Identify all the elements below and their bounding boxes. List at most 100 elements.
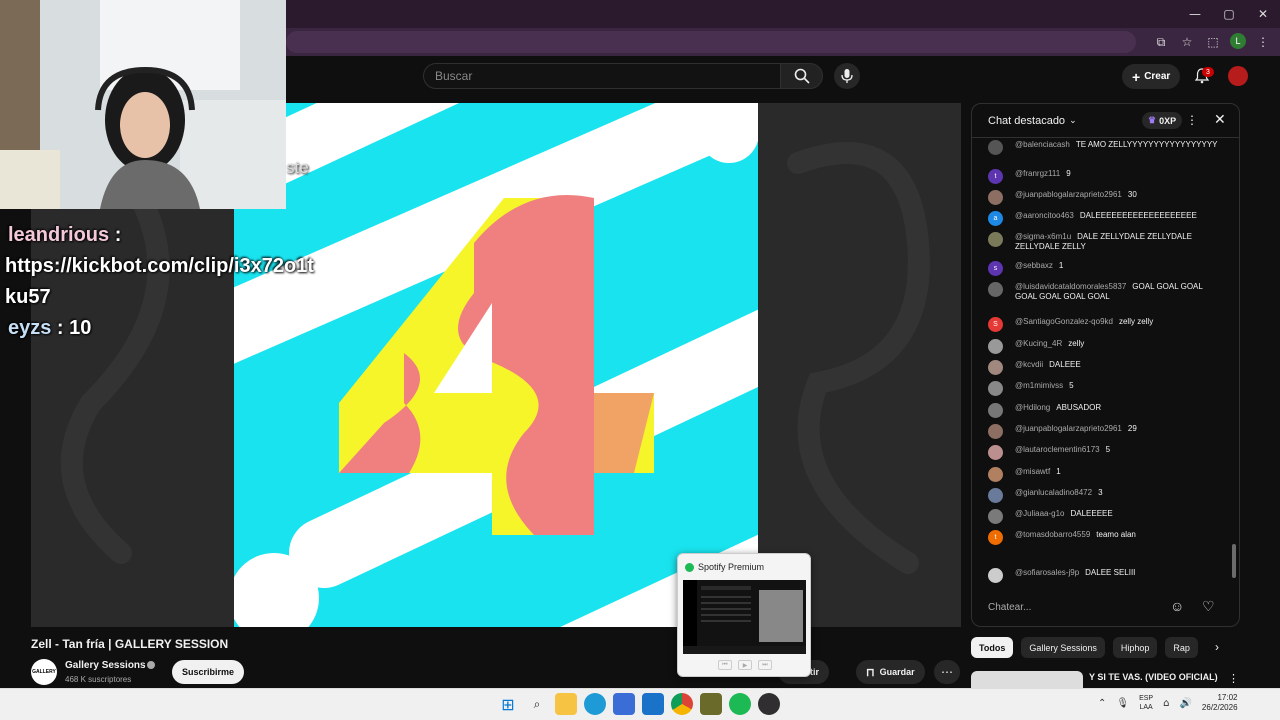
channel-name[interactable]: Gallery Sessions: [65, 660, 146, 671]
chat-author-avatar[interactable]: [988, 509, 1003, 524]
chat-message[interactable]: @gianlucaladino8472 3: [988, 488, 1226, 503]
chat-author-name[interactable]: @sigma-x6m1u: [1015, 232, 1071, 241]
chat-message[interactable]: a @aaroncitoo463 DALEEEEEEEEEEEEEEEEEEE: [988, 211, 1226, 226]
voice-search-button[interactable]: [834, 63, 860, 89]
chat-author-avatar[interactable]: S: [988, 317, 1003, 332]
chat-author-name[interactable]: @tomasdobarro4559: [1015, 530, 1090, 539]
chat-message[interactable]: @sofiarosales-j9p DALEE SELIII: [988, 568, 1226, 583]
chat-scrollbar[interactable]: [1230, 140, 1236, 590]
tray-microphone-icon[interactable]: 🎙: [1116, 698, 1129, 709]
cast-icon[interactable]: ⧉: [1152, 33, 1170, 51]
browser-menu-icon[interactable]: ⋮: [1254, 33, 1272, 51]
chat-author-name[interactable]: @Kucing_4R: [1015, 339, 1062, 348]
chat-mode-label[interactable]: Chat destacado: [988, 115, 1065, 127]
chat-message[interactable]: t @tomasdobarro4559 teamo alan: [988, 530, 1226, 545]
chat-author-avatar[interactable]: [988, 232, 1003, 247]
chat-message[interactable]: @Hdilong ABUSADOR: [988, 403, 1226, 418]
search-button[interactable]: [780, 63, 823, 89]
chat-input[interactable]: Chatear...: [988, 596, 1168, 618]
obs-icon[interactable]: [758, 693, 780, 715]
search-input[interactable]: Buscar: [423, 63, 781, 89]
chat-author-name[interactable]: @juanpablogalarzaprieto2961: [1015, 424, 1122, 433]
chat-message[interactable]: s @sebbaxz 1: [988, 261, 1226, 276]
previous-track-icon[interactable]: ⏮: [718, 660, 732, 670]
chat-message[interactable]: @m1mimivss 5: [988, 381, 1226, 396]
emoji-icon[interactable]: ☺: [1170, 598, 1184, 614]
edge-icon[interactable]: [584, 693, 606, 715]
spotify-window-preview[interactable]: Spotify Premium ⏮ ▶ ⏭: [677, 553, 811, 677]
store-icon[interactable]: [613, 693, 635, 715]
chip-all[interactable]: Todos: [971, 637, 1014, 658]
chat-header[interactable]: Chat destacado ⌄: [972, 104, 1239, 138]
chat-author-name[interactable]: @SantiagoGonzalez-qo9kd: [1015, 317, 1113, 326]
address-field[interactable]: [286, 31, 1136, 53]
chat-author-avatar[interactable]: [988, 488, 1003, 503]
windows-start-icon[interactable]: ⊞: [497, 693, 519, 715]
chat-author-name[interactable]: @lautaroclementin6173: [1015, 445, 1100, 454]
tray-chevron-up-icon[interactable]: ⌃: [1098, 698, 1106, 709]
chat-author-avatar[interactable]: [988, 339, 1003, 354]
chat-author-avatar[interactable]: [988, 190, 1003, 205]
bookmark-star-icon[interactable]: ☆: [1178, 33, 1196, 51]
chat-message[interactable]: t @franrgz111 9: [988, 169, 1226, 184]
chip-rap[interactable]: Rap: [1165, 637, 1198, 658]
account-avatar[interactable]: [1228, 66, 1248, 86]
chat-author-avatar[interactable]: s: [988, 261, 1003, 276]
chat-author-avatar[interactable]: [988, 360, 1003, 375]
clock[interactable]: 17:02 26/2/2026: [1202, 693, 1238, 713]
chat-author-name[interactable]: @sebbaxz: [1015, 261, 1053, 270]
chat-author-avatar[interactable]: a: [988, 211, 1003, 226]
extensions-icon[interactable]: ⬚: [1204, 33, 1222, 51]
chat-author-name[interactable]: @balenciacash: [1015, 140, 1070, 149]
chat-message[interactable]: @Kucing_4R zelly: [988, 339, 1226, 354]
xp-badge[interactable]: ♛ 0XP: [1142, 112, 1183, 129]
chat-message[interactable]: @kcvdii DALEEE: [988, 360, 1226, 375]
chat-author-avatar[interactable]: [988, 445, 1003, 460]
channel-avatar[interactable]: GALLERY: [31, 659, 57, 685]
browser-profile-avatar[interactable]: L: [1230, 33, 1246, 49]
chat-message[interactable]: @luisdavidcataldomorales5837 GOAL GOAL GO…: [988, 282, 1226, 302]
chat-author-name[interactable]: @kcvdii: [1015, 360, 1043, 369]
heart-icon[interactable]: ♡: [1202, 598, 1215, 615]
chat-message[interactable]: @juanpablogalarzaprieto2961 29: [988, 424, 1226, 439]
chat-author-name[interactable]: @m1mimivss: [1015, 381, 1063, 390]
close-window-icon[interactable]: ✕: [1246, 0, 1280, 28]
chat-message[interactable]: @Juliaaa-g1o DALEEEEE: [988, 509, 1226, 524]
chat-author-avatar[interactable]: [988, 467, 1003, 482]
game-app-icon[interactable]: [700, 693, 722, 715]
taskbar-search-icon[interactable]: ⌕: [526, 693, 548, 715]
chat-message[interactable]: @misawtf 1: [988, 467, 1226, 482]
chat-author-avatar[interactable]: [988, 381, 1003, 396]
play-icon[interactable]: ▶: [738, 660, 752, 670]
volume-icon[interactable]: 🔊: [1179, 698, 1191, 709]
chat-author-name[interactable]: @luisdavidcataldomorales5837: [1015, 282, 1126, 291]
chat-author-name[interactable]: @aaroncitoo463: [1015, 211, 1074, 220]
next-track-icon[interactable]: ⏭: [758, 660, 772, 670]
chat-author-name[interactable]: @franrgz111: [1015, 169, 1060, 178]
chip-hiphop[interactable]: Hiphop: [1112, 637, 1158, 658]
chat-message[interactable]: @sigma-x6m1u DALE ZELLYDALE ZELLYDALE ZEL…: [988, 232, 1226, 252]
chat-author-name[interactable]: @gianlucaladino8472: [1015, 488, 1092, 497]
subscribe-button[interactable]: Suscribirme: [172, 660, 245, 684]
chrome-icon[interactable]: [671, 693, 693, 715]
chat-author-avatar[interactable]: [988, 140, 1003, 155]
chat-author-name[interactable]: @misawtf: [1015, 467, 1050, 476]
chat-author-name[interactable]: @Hdilong: [1015, 403, 1050, 412]
chip-gallery-sessions[interactable]: Gallery Sessions: [1021, 637, 1105, 658]
chat-more-options-icon[interactable]: ⋮: [1186, 113, 1198, 127]
more-actions-icon[interactable]: ⋯: [934, 660, 960, 684]
chat-author-avatar[interactable]: [988, 424, 1003, 439]
recommended-video-thumbnail[interactable]: [971, 671, 1083, 689]
chat-author-avatar[interactable]: t: [988, 169, 1003, 184]
chat-author-avatar[interactable]: t: [988, 530, 1003, 545]
spotify-icon[interactable]: [729, 693, 751, 715]
chat-author-avatar[interactable]: [988, 568, 1003, 583]
chat-author-name[interactable]: @Juliaaa-g1o: [1015, 509, 1064, 518]
language-indicator[interactable]: ESP LAA: [1139, 694, 1153, 712]
chat-author-avatar[interactable]: [988, 403, 1003, 418]
chat-scrollbar-thumb[interactable]: [1232, 544, 1236, 578]
file-explorer-icon[interactable]: [555, 693, 577, 715]
chat-message[interactable]: @juanpablogalarzaprieto2961 30: [988, 190, 1226, 205]
recommended-more-icon[interactable]: ⋮: [1228, 672, 1239, 685]
chat-message[interactable]: @balenciacash TE AMO ZELLYYYYYYYYYYYYYYYY…: [988, 140, 1226, 155]
